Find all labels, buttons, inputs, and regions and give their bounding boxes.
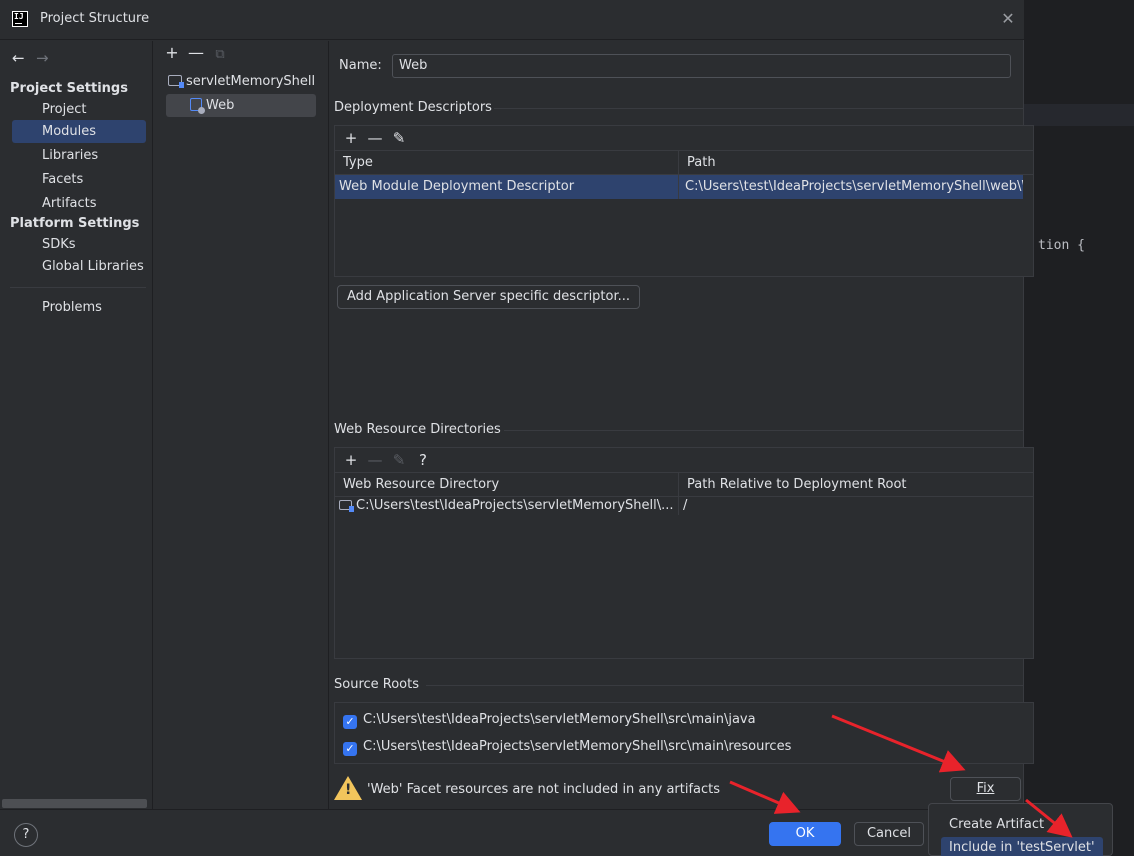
web-facet-icon <box>190 98 205 114</box>
help-button[interactable]: ? <box>14 823 38 847</box>
cancel-button[interactable]: Cancel <box>854 822 924 846</box>
column-separator <box>678 175 679 199</box>
warning-icon: ! <box>334 776 362 800</box>
sidebar-scrollbar[interactable] <box>2 799 147 808</box>
source-roots-panel: ✓ C:\Users\test\IdeaProjects\servletMemor… <box>334 702 1034 764</box>
source-root-java[interactable]: ✓ C:\Users\test\IdeaProjects\servletMemor… <box>343 710 756 730</box>
table-row[interactable]: Web Module Deployment Descriptor C:\User… <box>335 175 1033 199</box>
column-separator <box>678 151 679 174</box>
background-editor: tion { <box>1024 0 1134 856</box>
tree-item-label: Web <box>206 98 235 113</box>
descriptors-toolbar: + — ✎ <box>335 126 1033 151</box>
module-folder-icon <box>168 75 184 88</box>
table-row[interactable]: C:\Users\test\IdeaProjects\servletMemory… <box>335 497 1033 515</box>
sidebar-item-libraries[interactable]: Libraries <box>12 144 146 167</box>
help-icon[interactable]: ? <box>411 448 435 472</box>
sidebar-item-project[interactable]: Project <box>12 98 146 121</box>
fix-button-label: Fix <box>976 781 995 796</box>
dialog-titlebar: IJ Project Structure ✕ <box>0 0 1024 40</box>
section-divider <box>426 685 1024 686</box>
column-header-relative-path[interactable]: Path Relative to Deployment Root <box>679 473 907 497</box>
sidebar-item-problems[interactable]: Problems <box>12 296 146 319</box>
editor-current-line <box>1024 104 1134 126</box>
sidebar-item-sdks[interactable]: SDKs <box>12 233 146 256</box>
fix-button[interactable]: Fix <box>950 777 1021 801</box>
remove-icon[interactable]: — <box>363 448 387 472</box>
sidebar-item-global-libraries[interactable]: Global Libraries <box>12 255 146 278</box>
column-header-type[interactable]: Type <box>335 151 373 175</box>
web-resource-directories-title: Web Resource Directories <box>334 422 501 437</box>
web-resources-panel: + — ✎? Web Resource Directory Path Relativ… <box>334 447 1034 659</box>
column-separator <box>678 473 679 496</box>
descriptor-type-cell: Web Module Deployment Descriptor <box>335 175 678 199</box>
web-resource-directory-cell: C:\Users\test\IdeaProjects\servletMemory… <box>339 497 677 515</box>
copy-icon[interactable]: ⧉ <box>208 47 232 62</box>
back-arrow-icon[interactable]: ← <box>12 49 36 67</box>
project-structure-dialog: IJ Project Structure ✕ ← → Project Settin… <box>0 0 1034 856</box>
facet-settings-panel: Name: Web Deployment Descriptors + — ✎ Typ… <box>330 41 1034 809</box>
add-icon[interactable]: + <box>339 448 363 472</box>
sidebar-item-artifacts[interactable]: Artifacts <box>12 192 146 215</box>
nav-arrows: ← → <box>12 49 60 67</box>
settings-sidebar: ← → Project Settings Project Modules Libr… <box>0 41 153 809</box>
project-settings-heading: Project Settings <box>10 81 128 96</box>
deployment-descriptors-title: Deployment Descriptors <box>334 100 492 115</box>
close-icon[interactable]: ✕ <box>998 9 1018 29</box>
edit-icon[interactable]: ✎ <box>387 126 411 150</box>
folder-icon <box>339 500 354 512</box>
dialog-title: Project Structure <box>40 11 150 26</box>
column-header-directory[interactable]: Web Resource Directory <box>335 473 499 497</box>
tree-item-root-module[interactable]: servletMemoryShell <box>168 70 315 93</box>
column-header-path[interactable]: Path <box>679 151 716 175</box>
tree-item-label: servletMemoryShell <box>186 74 316 89</box>
remove-icon[interactable]: — <box>363 126 387 150</box>
directory-path: C:\Users\test\IdeaProjects\servletMemory… <box>356 498 674 513</box>
name-field[interactable]: Web <box>392 54 1011 78</box>
source-root-path: C:\Users\test\IdeaProjects\servletMemory… <box>363 712 756 727</box>
column-separator <box>678 497 679 515</box>
name-label: Name: <box>339 58 382 73</box>
sidebar-divider <box>10 287 146 288</box>
ok-button[interactable]: OK <box>769 822 841 846</box>
dialog-footer: ? OK Cancel <box>0 809 1024 856</box>
popup-item-create-artifact[interactable]: Create Artifact <box>941 814 1052 836</box>
editor-code-fragment: tion { <box>1038 238 1085 253</box>
source-roots-title: Source Roots <box>334 677 420 692</box>
platform-settings-heading: Platform Settings <box>10 216 140 231</box>
source-root-resources[interactable]: ✓ C:\Users\test\IdeaProjects\servletMemor… <box>343 737 791 757</box>
source-root-path: C:\Users\test\IdeaProjects\servletMemory… <box>363 739 792 754</box>
warning-message: 'Web' Facet resources are not included i… <box>367 782 721 797</box>
add-server-descriptor-button[interactable]: Add Application Server specific descript… <box>337 285 640 309</box>
section-divider <box>504 430 1024 431</box>
sidebar-item-facets[interactable]: Facets <box>12 168 146 191</box>
tree-toolbar: + — ⧉ <box>160 43 232 62</box>
section-divider <box>494 108 1024 109</box>
remove-icon[interactable]: — <box>184 43 208 62</box>
module-tree-pane: + — ⧉ servletMemoryShell Web <box>154 41 329 809</box>
add-icon[interactable]: + <box>339 126 363 150</box>
web-resources-toolbar: + — ✎? <box>335 448 1033 473</box>
intellij-logo-icon: IJ <box>12 11 28 27</box>
checkbox-checked-icon[interactable]: ✓ <box>343 742 357 756</box>
web-resources-table-header: Web Resource Directory Path Relative to … <box>335 473 1033 497</box>
edit-icon[interactable]: ✎ <box>387 448 411 472</box>
sidebar-item-modules[interactable]: Modules <box>12 120 146 143</box>
fix-popup-menu: Create Artifact Include in 'testServlet' <box>928 803 1113 856</box>
popup-item-include-in-artifact[interactable]: Include in 'testServlet' <box>941 837 1103 856</box>
add-icon[interactable]: + <box>160 43 184 62</box>
checkbox-checked-icon[interactable]: ✓ <box>343 715 357 729</box>
tree-item-web-facet[interactable]: Web <box>166 94 316 117</box>
forward-arrow-icon[interactable]: → <box>36 49 60 67</box>
descriptors-table-header: Type Path <box>335 151 1033 175</box>
descriptor-path-cell: C:\Users\test\IdeaProjects\servletMemory… <box>679 175 1023 199</box>
deployment-descriptors-panel: + — ✎ Type Path Web Module Deployment Desc… <box>334 125 1034 277</box>
relative-path-cell: / <box>683 498 688 513</box>
